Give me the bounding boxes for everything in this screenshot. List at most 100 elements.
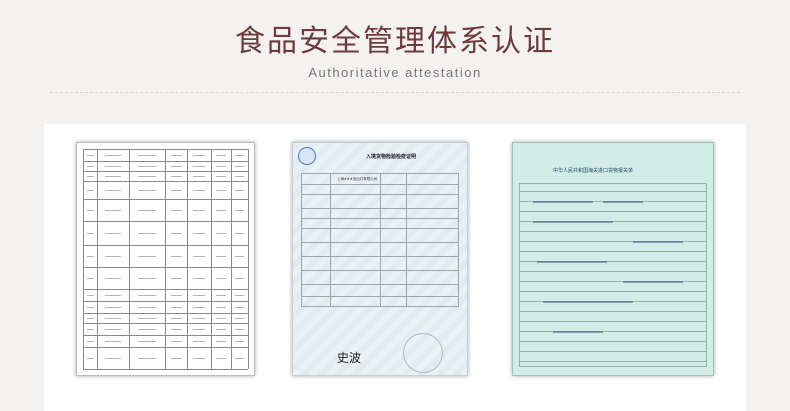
header-divider [50, 92, 740, 93]
table-cell-text [170, 357, 182, 359]
table-cell-text [170, 294, 182, 296]
table-cell-text [193, 328, 205, 330]
table-grid-line [83, 289, 248, 290]
table-cell-text [193, 175, 205, 177]
customs-declaration-image[interactable]: 中华人民共和国海关进口货物报关单 [512, 142, 714, 376]
declaration-row-line [519, 331, 707, 332]
table-cell-text [216, 317, 226, 319]
table-cell-text [170, 306, 182, 308]
table-cell-text [105, 294, 121, 296]
table-grid-line [97, 149, 98, 369]
table-cell-text [105, 175, 121, 177]
declaration-row-line [519, 291, 707, 292]
table-cell-text [216, 154, 226, 156]
certificate-column-line [406, 174, 407, 306]
declaration-row-line [519, 191, 707, 192]
declaration-row-line [519, 361, 707, 362]
table-cell-text [216, 232, 226, 234]
inspection-certificate-image[interactable]: 入境货物检验检疫证明 上海###进出口有限公司 史波 [292, 142, 468, 376]
table-cell-text [86, 340, 94, 342]
table-cell-text [105, 255, 121, 257]
table-grid-line [83, 245, 248, 246]
table-cell-text [138, 328, 156, 330]
table-grid-line [187, 149, 188, 369]
table-cell-text [235, 189, 244, 191]
certificate-logo [298, 147, 316, 165]
declaration-row-line [519, 211, 707, 212]
declaration-row-line [519, 311, 707, 312]
table-cell-text [170, 328, 182, 330]
table-cell-text [193, 255, 205, 257]
table-cell-text [235, 317, 244, 319]
table-cell-text [216, 175, 226, 177]
table-grid-line [83, 181, 248, 182]
certificate-stamp [403, 333, 443, 373]
table-grid-line [83, 161, 248, 162]
declaration-row-line [519, 231, 707, 232]
declaration-title: 中华人民共和国海关进口货物报关单 [553, 168, 634, 174]
table-cell-text [86, 317, 94, 319]
declaration-entry [537, 261, 607, 263]
table-cell-text [105, 277, 121, 279]
table-cell-text [216, 306, 226, 308]
table-cell-text [216, 189, 226, 191]
certificate-signature: 史波 [337, 351, 362, 365]
table-grid-line [211, 149, 212, 369]
table-cell-text [170, 154, 182, 156]
table-cell-text [235, 255, 244, 257]
declaration-row-line [519, 251, 707, 252]
certificate-column-line [380, 174, 381, 306]
table-cell-text [216, 277, 226, 279]
table-grid-line [83, 335, 248, 336]
table-cell-text [170, 209, 182, 211]
table-cell-text [193, 317, 205, 319]
table-cell-text [216, 165, 226, 167]
table-grid-line [248, 149, 249, 369]
table-cell-text [138, 357, 156, 359]
table-cell-text [138, 165, 156, 167]
table-cell-text [105, 209, 121, 211]
declaration-entry [553, 331, 603, 333]
table-grid-line [129, 149, 130, 369]
table-cell-text [105, 317, 121, 319]
table-cell-text [138, 255, 156, 257]
table-cell-text [86, 357, 94, 359]
table-grid-line [83, 369, 248, 370]
table-grid-line [83, 323, 248, 324]
table-grid-line [231, 149, 232, 369]
declaration-entry [623, 281, 683, 283]
declaration-entry [533, 201, 593, 203]
table-cell-text [193, 165, 205, 167]
table-cell-text [170, 340, 182, 342]
table-cell-text [193, 357, 205, 359]
table-cell-text [193, 340, 205, 342]
table-cell-text [138, 317, 156, 319]
table-cell-text [216, 255, 226, 257]
table-cell-text [105, 357, 121, 359]
table-cell-text [86, 255, 94, 257]
table-cell-text [105, 232, 121, 234]
table-cell-text [216, 294, 226, 296]
table-cell-text [216, 357, 226, 359]
table-cell-text [193, 277, 205, 279]
table-cell-text [105, 154, 121, 156]
table-cell-text [216, 328, 226, 330]
table-cell-text [216, 209, 226, 211]
table-cell-text [235, 340, 244, 342]
table-cell-text [235, 175, 244, 177]
declaration-entry [633, 241, 683, 243]
test-report-image[interactable] [76, 142, 255, 376]
table-cell-text [170, 232, 182, 234]
table-grid-line [83, 347, 248, 348]
table-cell-text [235, 165, 244, 167]
table-cell-text [86, 154, 94, 156]
declaration-entry [543, 301, 633, 303]
table-grid-line [83, 313, 248, 314]
table-cell-text [86, 328, 94, 330]
table-cell-text [105, 340, 121, 342]
table-grid-line [165, 149, 166, 369]
table-cell-text [216, 340, 226, 342]
page-title: 食品安全管理体系认证 [235, 24, 555, 59]
table-cell-text [193, 189, 205, 191]
declaration-row-line [519, 351, 707, 352]
